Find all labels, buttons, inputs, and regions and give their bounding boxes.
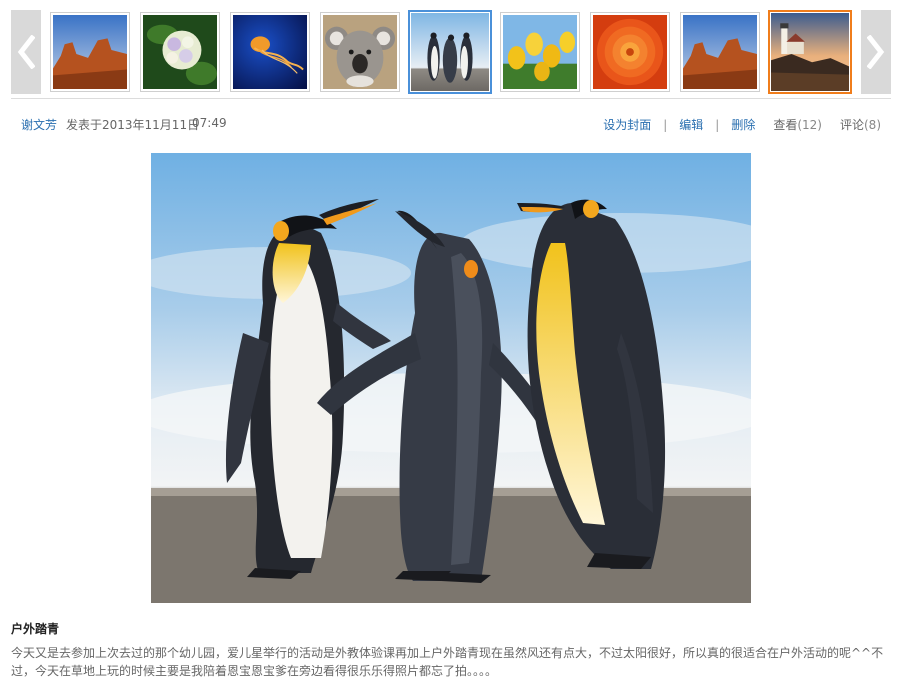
comments-count: (8) — [864, 118, 881, 132]
comments-label: 评论 — [839, 118, 864, 132]
thumbnail-penguins[interactable] — [408, 10, 492, 94]
penguins-photo-image — [151, 153, 751, 603]
thumbnail-lighthouse[interactable] — [768, 10, 852, 94]
thumbnail-koala[interactable] — [320, 12, 400, 92]
strip-divider — [11, 98, 891, 99]
action-separator: | — [715, 117, 720, 132]
posted-time: 07:49 — [192, 116, 227, 130]
caption-text: 今天又是去参加上次去过的那个幼儿园，爱儿星举行的活动是外教体验课再加上户外踏青现… — [11, 646, 884, 678]
chevron-right-icon — [867, 35, 885, 69]
desert-thumbnail-image — [53, 15, 127, 89]
koala-thumbnail-image — [323, 15, 397, 89]
posted-date: 2013年11月11日 — [102, 118, 200, 132]
lighthouse-thumbnail-image — [771, 13, 849, 91]
thumbnail-strip — [11, 8, 891, 96]
post-actions: 设为封面 | 编辑 | 删除 查看(12) 评论(8) — [603, 116, 881, 133]
edit-link[interactable]: 编辑 — [679, 116, 703, 133]
thumbnail-desert[interactable] — [50, 12, 130, 92]
main-photo[interactable] — [151, 153, 751, 603]
thumbnail-chrysanthemum[interactable] — [590, 12, 670, 92]
set-cover-link[interactable]: 设为封面 — [603, 116, 651, 133]
views-stat[interactable]: 查看(12) — [773, 116, 822, 133]
penguins-thumbnail-image — [411, 13, 489, 91]
views-count: (12) — [797, 118, 822, 132]
thumbnail-hydrangea[interactable] — [140, 12, 220, 92]
thumbnail-jellyfish[interactable] — [230, 12, 310, 92]
tulips-thumbnail-image — [503, 15, 577, 89]
next-button[interactable] — [861, 10, 891, 94]
jellyfish-thumbnail-image — [233, 15, 307, 89]
action-separator: | — [663, 117, 668, 132]
prev-button[interactable] — [11, 10, 41, 94]
comments-stat[interactable]: 评论(8) — [840, 116, 881, 133]
thumbnail-tulips[interactable] — [500, 12, 580, 92]
author-link[interactable]: 谢文芳 — [21, 116, 57, 133]
chrysanthemum-thumbnail-image — [593, 15, 667, 89]
posted-prefix: 发表于 — [66, 118, 103, 132]
desert-thumbnail-image — [683, 15, 757, 89]
post-meta: 谢文芳 发表于 2013年11月11日 07:49 设为封面 | 编辑 | 删除… — [21, 116, 881, 134]
hydrangea-thumbnail-image — [143, 15, 217, 89]
chevron-left-icon — [17, 35, 35, 69]
caption-title: 户外踏青 — [11, 622, 60, 636]
thumbnail-desert-2[interactable] — [680, 12, 760, 92]
delete-link[interactable]: 删除 — [731, 116, 755, 133]
views-label: 查看 — [773, 118, 798, 132]
